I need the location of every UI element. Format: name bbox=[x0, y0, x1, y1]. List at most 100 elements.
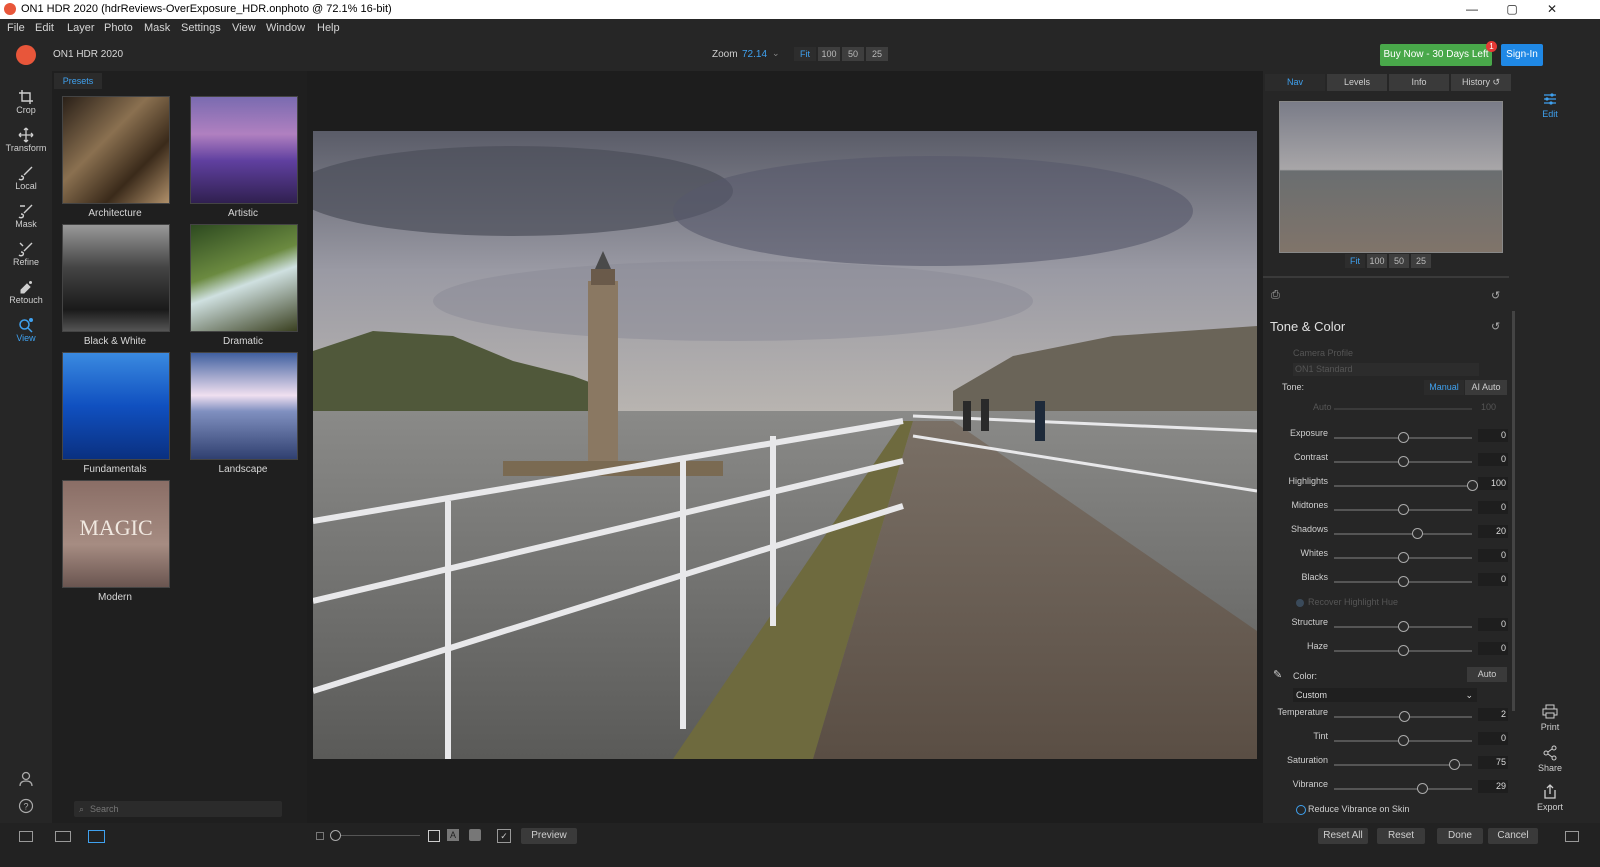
nav-zoom-100[interactable]: 100 bbox=[1367, 254, 1387, 268]
panel-scrollbar[interactable] bbox=[1512, 311, 1515, 711]
slider-knob[interactable] bbox=[1399, 711, 1411, 722]
slider-knob[interactable] bbox=[1449, 759, 1461, 770]
brush-view-icon[interactable]: ✓ bbox=[497, 829, 511, 843]
nav-zoom-25[interactable]: 25 bbox=[1411, 254, 1431, 268]
slider-value-field[interactable]: 0 bbox=[1478, 501, 1508, 514]
tool-local[interactable]: Local bbox=[0, 165, 52, 191]
sign-in-button[interactable]: Sign-In bbox=[1501, 44, 1543, 66]
tab-presets[interactable]: Presets bbox=[54, 73, 102, 89]
reset-all-button[interactable]: Reset All bbox=[1318, 828, 1368, 844]
slider-value-field[interactable]: 0 bbox=[1478, 453, 1508, 466]
panel-export-icon[interactable]: ⎙ bbox=[1271, 289, 1280, 302]
color-auto-button[interactable]: Auto bbox=[1467, 667, 1507, 682]
menu-help[interactable]: Help bbox=[317, 22, 340, 34]
maximize-button[interactable]: ▢ bbox=[1492, 0, 1532, 19]
single-view-icon[interactable] bbox=[88, 830, 105, 843]
slider-tint[interactable]: Tint 0 bbox=[1263, 731, 1513, 751]
section-title-tone-color[interactable]: Tone & Color bbox=[1270, 319, 1345, 334]
preset-thumb-landscape[interactable] bbox=[190, 352, 298, 460]
nav-zoom-50[interactable]: 50 bbox=[1389, 254, 1409, 268]
panel-reset-icon[interactable]: ↺ bbox=[1491, 289, 1500, 302]
slider-knob[interactable] bbox=[1467, 480, 1478, 491]
mask-overlay-icon[interactable] bbox=[469, 829, 481, 841]
zoom-dropdown-icon[interactable]: ⌄ bbox=[772, 48, 780, 59]
slider-value-field[interactable]: 29 bbox=[1478, 780, 1508, 793]
zoom-fit-button[interactable]: Fit bbox=[794, 47, 816, 61]
panel-toggle-left-icon[interactable] bbox=[19, 831, 33, 842]
slider-whites[interactable]: Whites 0 bbox=[1263, 548, 1513, 568]
menu-layer[interactable]: Layer bbox=[67, 22, 95, 34]
slider-knob[interactable] bbox=[1398, 576, 1409, 587]
tab-nav[interactable]: Nav bbox=[1265, 74, 1325, 91]
slider-knob[interactable] bbox=[1398, 456, 1409, 467]
view-mode-square-icon[interactable] bbox=[428, 830, 440, 842]
camera-profile-select[interactable]: ON1 Standard bbox=[1293, 363, 1479, 376]
slider-knob[interactable] bbox=[1398, 552, 1409, 563]
zoom-25-button[interactable]: 25 bbox=[866, 47, 888, 61]
help-icon[interactable]: ? bbox=[18, 798, 34, 814]
section-reset-icon[interactable]: ↺ bbox=[1491, 320, 1500, 333]
filmstrip-toggle-icon[interactable] bbox=[55, 831, 71, 842]
zoom-50-button[interactable]: 50 bbox=[842, 47, 864, 61]
panel-toggle-right-icon[interactable] bbox=[1565, 831, 1579, 842]
preview-button[interactable]: Preview bbox=[521, 828, 577, 844]
reduce-vibrance-radio[interactable] bbox=[1296, 805, 1306, 815]
image-canvas[interactable] bbox=[307, 71, 1263, 823]
color-preset-select[interactable]: Custom ⌄ bbox=[1293, 688, 1477, 702]
zoom-slider-knob[interactable] bbox=[330, 830, 341, 841]
slider-highlights[interactable]: Highlights 100 bbox=[1263, 476, 1513, 496]
recover-highlight-radio[interactable] bbox=[1296, 599, 1304, 607]
preset-thumb-black-white[interactable] bbox=[62, 224, 170, 332]
tool-transform[interactable]: Transform bbox=[0, 127, 52, 153]
slider-haze[interactable]: Haze 0 bbox=[1263, 641, 1513, 661]
reset-button[interactable]: Reset bbox=[1377, 828, 1425, 844]
cancel-button[interactable]: Cancel bbox=[1488, 828, 1538, 844]
slider-value-field[interactable]: 75 bbox=[1478, 756, 1508, 769]
slider-value-field[interactable]: 0 bbox=[1478, 573, 1508, 586]
slider-knob[interactable] bbox=[1398, 645, 1409, 656]
menu-file[interactable]: File bbox=[7, 22, 25, 34]
menu-edit[interactable]: Edit bbox=[35, 22, 54, 34]
slider-midtones[interactable]: Midtones 0 bbox=[1263, 500, 1513, 520]
minimize-button[interactable]: — bbox=[1452, 0, 1492, 19]
view-mode-text-icon[interactable]: A bbox=[447, 829, 459, 841]
tool-refine[interactable]: Refine bbox=[0, 241, 52, 267]
slider-knob[interactable] bbox=[1398, 504, 1409, 515]
tool-view[interactable]: View bbox=[0, 317, 52, 343]
slider-knob[interactable] bbox=[1417, 783, 1429, 794]
slider-contrast[interactable]: Contrast 0 bbox=[1263, 452, 1513, 472]
module-share[interactable]: Share bbox=[1526, 745, 1574, 773]
slider-exposure[interactable]: Exposure 0 bbox=[1263, 428, 1513, 448]
slider-value-field[interactable]: 0 bbox=[1478, 549, 1508, 562]
tone-ai-auto-button[interactable]: AI Auto bbox=[1465, 380, 1507, 395]
menu-view[interactable]: View bbox=[232, 22, 256, 34]
slider-value-field[interactable]: 2 bbox=[1478, 708, 1508, 721]
slider-value-field[interactable]: 100 bbox=[1478, 477, 1508, 490]
slider-structure[interactable]: Structure 0 bbox=[1263, 617, 1513, 637]
slider-value-field[interactable]: 20 bbox=[1478, 525, 1508, 538]
slider-vibrance[interactable]: Vibrance 29 bbox=[1263, 779, 1513, 799]
slider-track[interactable] bbox=[1334, 788, 1472, 790]
color-picker-icon[interactable]: ✎ bbox=[1273, 668, 1282, 681]
menu-mask[interactable]: Mask bbox=[144, 22, 170, 34]
navigator-thumbnail[interactable] bbox=[1279, 101, 1503, 253]
tool-mask[interactable]: Mask bbox=[0, 203, 52, 229]
slider-knob[interactable] bbox=[1411, 528, 1423, 539]
slider-track[interactable] bbox=[1334, 533, 1472, 535]
preset-thumb-fundamentals[interactable] bbox=[62, 352, 170, 460]
module-print[interactable]: Print bbox=[1526, 704, 1574, 732]
zoom-slider-track[interactable] bbox=[330, 835, 420, 836]
zoom-value[interactable]: 72.14 bbox=[742, 49, 767, 60]
slider-knob[interactable] bbox=[1398, 735, 1409, 746]
slider-shadows[interactable]: Shadows 20 bbox=[1263, 524, 1513, 544]
close-window-button[interactable]: ✕ bbox=[1532, 0, 1572, 19]
zoom-100-button[interactable]: 100 bbox=[818, 47, 840, 61]
slider-blacks[interactable]: Blacks 0 bbox=[1263, 572, 1513, 592]
preset-thumb-modern[interactable]: MAGIC bbox=[62, 480, 170, 588]
tone-manual-button[interactable]: Manual bbox=[1424, 380, 1464, 395]
menu-photo[interactable]: Photo bbox=[104, 22, 133, 34]
tool-retouch[interactable]: Retouch bbox=[0, 279, 52, 305]
main-photo[interactable] bbox=[313, 131, 1257, 759]
nav-zoom-fit[interactable]: Fit bbox=[1345, 254, 1365, 268]
menu-window[interactable]: Window bbox=[266, 22, 305, 34]
